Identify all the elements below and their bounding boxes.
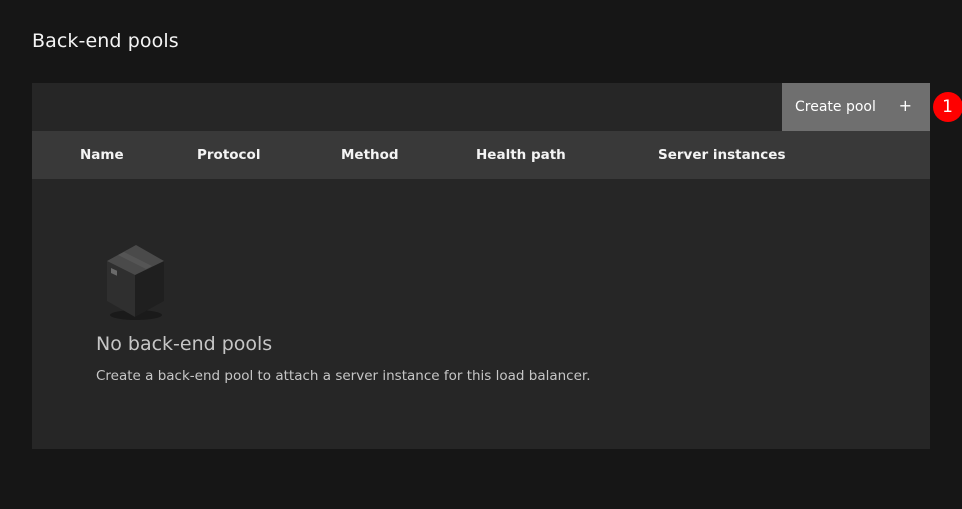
column-header-health-path[interactable]: Health path <box>476 131 566 179</box>
column-header-server-instances[interactable]: Server instances <box>658 131 786 179</box>
empty-state-title: No back-end pools <box>96 333 273 355</box>
backend-pools-table: Create pool + Name Protocol Method Healt… <box>32 83 930 449</box>
create-pool-label: Create pool <box>795 99 876 115</box>
add-icon: + <box>898 96 912 115</box>
column-header-protocol[interactable]: Protocol <box>197 131 260 179</box>
column-header-name[interactable]: Name <box>80 131 124 179</box>
table-header: Name Protocol Method Health path Server … <box>32 131 930 179</box>
annotation-badge: 1 <box>933 92 962 122</box>
table-toolbar: Create pool + <box>32 83 930 131</box>
create-pool-button[interactable]: Create pool + <box>782 83 930 131</box>
box-icon <box>107 245 164 320</box>
page-title: Back-end pools <box>32 30 179 52</box>
empty-state-description: Create a back-end pool to attach a serve… <box>96 368 591 384</box>
column-header-method[interactable]: Method <box>341 131 399 179</box>
